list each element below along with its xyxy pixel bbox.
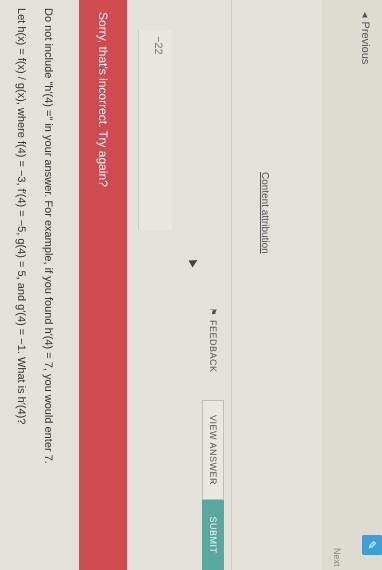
feedback-label: FEEDBACK (208, 320, 218, 373)
content-attribution-link[interactable]: Content attribution (259, 172, 270, 254)
flag-icon: ⚑ (208, 307, 219, 317)
previous-link[interactable]: ◂ Previous (359, 12, 372, 64)
quiz-page: ◂ Previous Let h(x) = f(x) / g(x), where… (0, 0, 382, 570)
incorrect-message: Sorry, that's incorrect. Try again? (96, 12, 110, 187)
view-answer-label: VIEW ANSWER (208, 414, 218, 485)
chevron-left-icon: ◂ (359, 12, 371, 18)
incorrect-banner: Sorry, that's incorrect. Try again? (79, 0, 127, 570)
divider (231, 0, 232, 570)
feedback-button[interactable]: ⚑ FEEDBACK (202, 300, 224, 380)
question-instruction: Do not include "h′(4) =" in your answer.… (42, 8, 54, 464)
previous-label: Previous (359, 21, 372, 65)
submit-label: SUBMIT (208, 516, 218, 554)
pencil-icon[interactable]: ✎ (362, 535, 382, 555)
next-link[interactable]: Next (332, 548, 342, 567)
nav-bar: ◂ Previous (322, 0, 382, 570)
submit-button[interactable]: SUBMIT (202, 500, 224, 570)
question-text: Let h(x) = f(x) / g(x), where f(4) = −3,… (15, 8, 27, 425)
mouse-cursor-icon (188, 256, 200, 268)
view-answer-button[interactable]: VIEW ANSWER (202, 400, 224, 500)
answer-input[interactable]: −22 (138, 30, 172, 230)
